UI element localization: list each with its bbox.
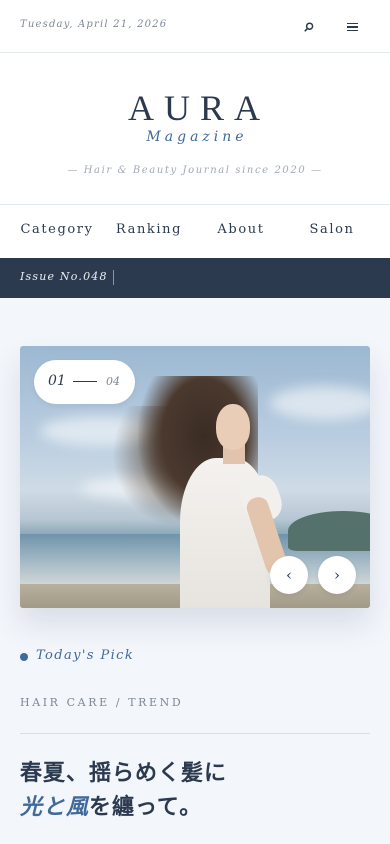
nav-item-about[interactable]: About <box>196 222 286 237</box>
top-bar: Tuesday, April 21, 2026 <box>0 0 390 53</box>
issue-number: Issue No.048 <box>20 270 108 283</box>
issue-divider <box>113 270 114 285</box>
article-headline[interactable]: 春夏、揺らめく髪に 光と風を纏って。 <box>20 756 370 824</box>
slide-total: 04 <box>106 375 120 388</box>
current-date: Tuesday, April 21, 2026 <box>20 19 168 30</box>
slide-current: 01 <box>48 373 66 389</box>
chevron-right-icon: › <box>334 566 340 584</box>
nav-item-salon[interactable]: Salon <box>287 222 377 237</box>
slide-counter: 01 04 <box>34 360 135 404</box>
hamburger-menu-icon <box>346 22 358 32</box>
slide-counter-divider <box>73 381 97 382</box>
article-tags[interactable]: HAIR CARE / TREND <box>20 696 183 709</box>
headline-line-1: 春夏、揺らめく髪に <box>20 760 228 786</box>
pick-dot-icon <box>20 653 28 661</box>
headline-line-2: を纏って。 <box>89 794 203 820</box>
nav-item-ranking[interactable]: Ranking <box>104 222 194 237</box>
main-nav: Category Ranking About Salon <box>0 205 390 258</box>
chevron-left-icon: ‹ <box>286 566 292 584</box>
todays-pick-label: Today's Pick <box>36 648 135 663</box>
nav-item-category[interactable]: Category <box>12 222 102 237</box>
site-logo[interactable]: AURA <box>0 87 390 129</box>
site-sublogo: Magazine <box>146 129 248 145</box>
hero-slider[interactable]: 01 04 ‹ › <box>20 346 370 608</box>
issue-bar: Issue No.048 <box>0 258 390 298</box>
menu-button[interactable] <box>340 15 364 39</box>
search-icon <box>304 22 314 32</box>
prev-slide-button[interactable]: ‹ <box>270 556 308 594</box>
divider <box>20 733 370 734</box>
site-tagline: — Hair & Beauty Journal since 2020 — <box>67 165 323 176</box>
headline-accent: 光と風 <box>20 794 90 820</box>
next-slide-button[interactable]: › <box>318 556 356 594</box>
search-button[interactable] <box>297 15 321 39</box>
masthead: AURA Magazine — Hair & Beauty Journal si… <box>0 53 390 205</box>
